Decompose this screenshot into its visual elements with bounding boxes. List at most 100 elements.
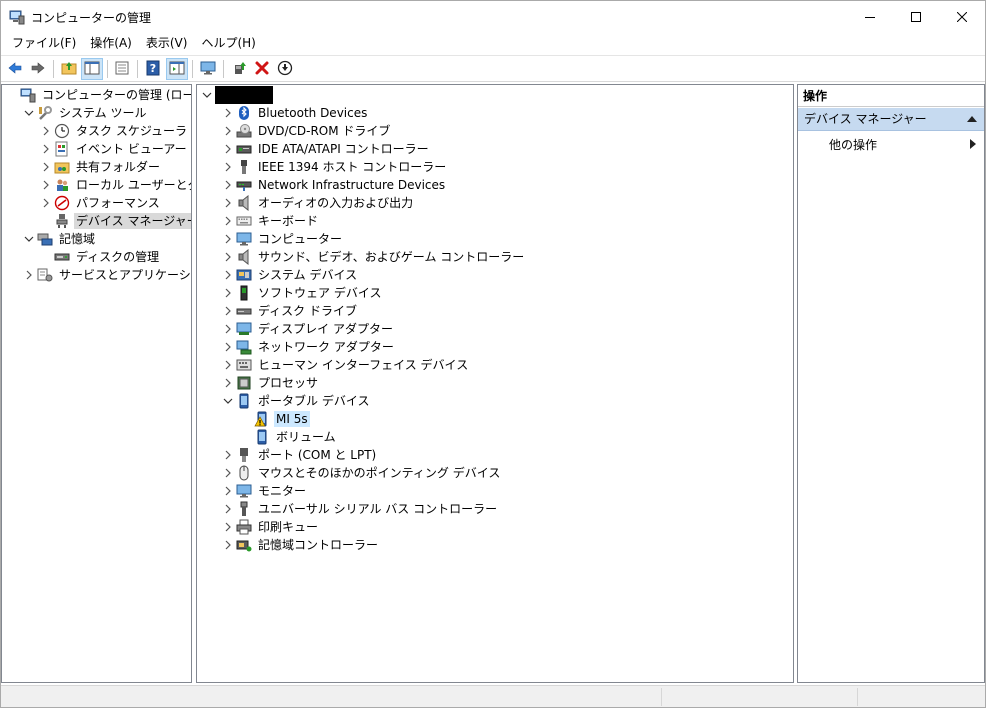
chevron-right-icon[interactable] xyxy=(40,179,52,191)
submenu-arrow-icon[interactable] xyxy=(970,139,976,149)
close-button[interactable] xyxy=(939,1,985,32)
device-tree-item[interactable]: サウンド、ビデオ、およびゲーム コントローラー xyxy=(222,248,526,266)
chevron-right-icon[interactable] xyxy=(222,125,234,137)
collapse-triangle-icon[interactable] xyxy=(967,116,977,122)
printer-icon xyxy=(236,519,252,535)
device-tree-item[interactable]: システム デバイス xyxy=(222,266,359,284)
scan-hardware-button[interactable] xyxy=(197,58,219,80)
chevron-right-icon[interactable] xyxy=(222,485,234,497)
chevron-right-icon[interactable] xyxy=(222,449,234,461)
chevron-right-icon[interactable] xyxy=(23,269,35,281)
chevron-down-icon[interactable] xyxy=(23,107,35,119)
device-tree-item[interactable]: ポート (COM と LPT) xyxy=(222,446,378,464)
device-tree-item[interactable]: プロセッサ xyxy=(222,374,320,392)
device-tree-item[interactable]: DVD/CD-ROM ドライブ xyxy=(222,122,392,140)
menu-action[interactable]: 操作(A) xyxy=(83,33,139,53)
device-tree-item[interactable]: ヒューマン インターフェイス デバイス xyxy=(222,356,470,374)
chevron-right-icon[interactable] xyxy=(222,377,234,389)
device-tree-item[interactable]: キーボード xyxy=(222,212,320,230)
action-pane-icon xyxy=(169,60,185,79)
actions-section-device-manager[interactable]: デバイス マネージャー xyxy=(798,108,984,131)
menu-file[interactable]: ファイル(F) xyxy=(5,33,83,53)
speaker-icon xyxy=(236,249,252,265)
chevron-right-icon[interactable] xyxy=(222,287,234,299)
up-one-level-button[interactable] xyxy=(58,58,80,80)
device-tree-root[interactable] xyxy=(201,86,273,104)
device-tree-item[interactable]: ディスク ドライブ xyxy=(222,302,359,320)
device-tree-item[interactable]: Network Infrastructure Devices xyxy=(222,176,447,194)
chevron-right-icon[interactable] xyxy=(40,197,52,209)
tree-item-label: プロセッサ xyxy=(258,376,319,390)
chevron-right-icon[interactable] xyxy=(222,107,234,119)
back-button[interactable] xyxy=(4,58,26,80)
chevron-right-icon[interactable] xyxy=(222,179,234,191)
disable-device-button[interactable] xyxy=(274,58,296,80)
chevron-right-icon[interactable] xyxy=(222,233,234,245)
console-tree-item[interactable]: コンピューターの管理 (ローカル) xyxy=(6,86,191,104)
chevron-right-icon[interactable] xyxy=(222,143,234,155)
device-tree-item[interactable]: Bluetooth Devices xyxy=(222,104,369,122)
chevron-right-icon[interactable] xyxy=(222,359,234,371)
console-tree-item[interactable]: パフォーマンス xyxy=(40,194,162,212)
tree-item-label: IEEE 1394 ホスト コントローラー xyxy=(258,160,447,174)
show-hide-action-pane-button[interactable] xyxy=(166,58,188,80)
minimize-button[interactable] xyxy=(847,1,893,32)
more-actions-item[interactable]: 他の操作 xyxy=(829,136,877,153)
chevron-right-icon[interactable] xyxy=(222,197,234,209)
storage-controller-icon xyxy=(236,537,252,553)
device-tree-item[interactable]: ユニバーサル シリアル バス コントローラー xyxy=(222,500,499,518)
device-tree-pane: Bluetooth Devices DVD/CD-ROM ドライブ IDE ATA/… xyxy=(196,84,794,683)
device-tree-item[interactable]: ソフトウェア デバイス xyxy=(222,284,383,302)
uninstall-device-button[interactable] xyxy=(251,58,273,80)
console-tree-item[interactable]: システム ツール xyxy=(23,104,148,122)
chevron-right-icon[interactable] xyxy=(222,539,234,551)
show-hide-console-tree-button[interactable] xyxy=(81,58,103,80)
chevron-right-icon[interactable] xyxy=(222,269,234,281)
chevron-right-icon[interactable] xyxy=(222,161,234,173)
device-tree-item[interactable]: 印刷キュー xyxy=(222,518,320,536)
chevron-down-icon[interactable] xyxy=(23,233,35,245)
device-tree-item[interactable]: ネットワーク アダプター xyxy=(222,338,396,356)
forward-button[interactable] xyxy=(27,58,49,80)
device-tree-item[interactable]: コンピューター xyxy=(222,230,344,248)
device-tree-item[interactable]: オーディオの入力および出力 xyxy=(222,194,415,212)
device-tree-item[interactable]: マウスとそのほかのポインティング デバイス xyxy=(222,464,502,482)
device-tree-item[interactable]: 記憶域コントローラー xyxy=(222,536,380,554)
chevron-right-icon[interactable] xyxy=(222,521,234,533)
device-tree-item[interactable]: ボリューム xyxy=(240,428,338,446)
console-tree-item[interactable]: ローカル ユーザーとグループ xyxy=(40,176,191,194)
device-tree-item[interactable]: モニター xyxy=(222,482,308,500)
chevron-right-icon[interactable] xyxy=(222,251,234,263)
chevron-down-icon[interactable] xyxy=(222,395,234,407)
device-tree-item[interactable]: IEEE 1394 ホスト コントローラー xyxy=(222,158,448,176)
device-tree-item[interactable]: ポータブル デバイス xyxy=(222,392,371,410)
chevron-right-icon[interactable] xyxy=(222,341,234,353)
device-tree-item[interactable]: ディスプレイ アダプター xyxy=(222,320,395,338)
console-tree-item[interactable]: ディスクの管理 xyxy=(40,248,161,266)
help-button[interactable]: ? xyxy=(142,58,164,80)
console-tree-item[interactable]: タスク スケジューラ xyxy=(40,122,189,140)
chevron-right-icon[interactable] xyxy=(40,161,52,173)
console-tree-item[interactable]: デバイス マネージャー xyxy=(40,212,191,230)
maximize-button[interactable] xyxy=(893,1,939,32)
update-driver-button[interactable] xyxy=(229,58,251,80)
console-tree-item[interactable]: 共有フォルダー xyxy=(40,158,162,176)
chevron-right-icon[interactable] xyxy=(222,503,234,515)
chevron-right-icon[interactable] xyxy=(222,323,234,335)
chevron-right-icon[interactable] xyxy=(222,215,234,227)
chevron-down-icon[interactable] xyxy=(201,89,213,101)
chevron-right-icon[interactable] xyxy=(40,143,52,155)
tree-item-label: タスク スケジューラ xyxy=(76,124,187,138)
device-tree-item[interactable]: IDE ATA/ATAPI コントローラー xyxy=(222,140,431,158)
export-list-button[interactable] xyxy=(111,58,133,80)
menu-view[interactable]: 表示(V) xyxy=(139,33,195,53)
chevron-right-icon[interactable] xyxy=(40,125,52,137)
chevron-right-icon[interactable] xyxy=(222,305,234,317)
console-tree-item[interactable]: 記憶域 xyxy=(23,230,97,248)
console-tree-item[interactable]: サービスとアプリケーション xyxy=(23,266,191,284)
device-tree-item[interactable]: MI 5s xyxy=(240,410,310,428)
chevron-right-icon[interactable] xyxy=(222,467,234,479)
system-devices-icon xyxy=(236,267,252,283)
console-tree-item[interactable]: イベント ビューアー xyxy=(40,140,189,158)
menu-help[interactable]: ヘルプ(H) xyxy=(194,33,262,53)
